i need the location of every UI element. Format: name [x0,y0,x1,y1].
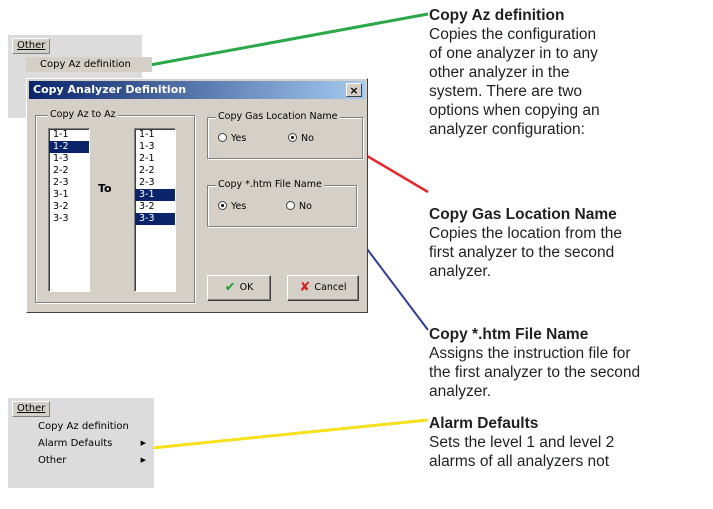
annotation-line: other analyzer in the [429,64,570,81]
gas-no-radio[interactable]: No [288,133,314,144]
list-item[interactable]: 3-1 [49,189,89,201]
list-item[interactable]: 2-3 [49,177,89,189]
list-item[interactable]: 1-3 [49,153,89,165]
yellow-callout-line [151,418,429,450]
annotation-heading: Copy *.htm File Name [429,326,589,343]
other-submenu-item[interactable]: Other ▶ [38,453,152,468]
other-menu-button[interactable]: Other [12,401,51,417]
annotation-heading: Copy Gas Location Name [429,206,617,223]
dialog-title: Copy Analyzer Definition [33,83,187,96]
list-item[interactable]: 2-1 [135,153,175,165]
annotation-line: first analyzer to the second [429,244,615,261]
dialog-titlebar: Copy Analyzer Definition × [29,81,365,99]
ok-button[interactable]: ✔ OK [207,275,271,301]
list-item[interactable]: 3-1 [135,189,175,201]
list-item[interactable]: 1-1 [135,129,175,141]
cross-icon: ✘ [299,280,311,295]
submenu-arrow-icon: ▶ [140,439,146,447]
other-menu-button[interactable]: Other [12,38,51,54]
annotation-line: analyzer. [429,263,492,280]
list-item[interactable]: 2-2 [135,165,175,177]
list-item[interactable]: 3-2 [49,201,89,213]
annotation-line: alarms of all analyzers not [429,453,610,470]
copy-az-definition-item[interactable]: Copy Az definition [26,57,152,72]
annotation-copy-az: Copy Az definition Copies the configurati… [429,6,600,139]
annotation-htm-file: Copy *.htm File Name Assigns the instruct… [429,325,640,401]
annotation-gas-location: Copy Gas Location Name Copies the locatio… [429,205,622,281]
to-label: To [98,182,112,195]
list-item[interactable]: 2-2 [49,165,89,177]
gas-location-group: Copy Gas Location Name Yes No [207,111,363,159]
annotation-line: analyzer. [429,383,492,400]
copy-az-group-title: Copy Az to Az [48,109,118,120]
list-item[interactable]: 1-3 [135,141,175,153]
radio-selected-icon [218,201,227,210]
to-analyzer-list[interactable]: 1-1 1-3 2-1 2-2 2-3 3-1 3-2 3-3 [134,128,176,292]
annotation-line: Assigns the instruction file for [429,345,631,362]
annotation-line: Copies the configuration [429,26,597,43]
annotation-alarm-defaults: Alarm Defaults Sets the level 1 and level… [429,414,614,471]
copy-az-definition-item[interactable]: Copy Az definition [38,419,152,434]
annotation-line: options when copying an [429,102,600,119]
copy-analyzer-dialog: Copy Analyzer Definition × Copy Az to Az… [26,78,368,313]
radio-circle-icon [286,201,295,210]
radio-selected-icon [288,133,297,142]
cancel-button[interactable]: ✘ Cancel [287,275,359,301]
list-item[interactable]: 2-3 [135,177,175,189]
list-item[interactable]: 1-1 [49,129,89,141]
checkmark-icon: ✔ [224,280,236,295]
htm-file-group-title: Copy *.htm File Name [216,179,324,190]
annotation-heading: Copy Az definition [429,7,565,24]
htm-no-radio[interactable]: No [286,201,312,212]
radio-circle-icon [218,133,227,142]
htm-file-group: Copy *.htm File Name Yes No [207,179,357,227]
from-analyzer-list[interactable]: 1-1 1-2 1-3 2-2 2-3 3-1 3-2 3-3 [48,128,90,292]
annotation-line: analyzer configuration: [429,121,585,138]
submenu-arrow-icon: ▶ [140,456,146,464]
close-button[interactable]: × [346,83,362,97]
gas-location-group-title: Copy Gas Location Name [216,111,340,122]
list-item[interactable]: 3-3 [135,213,175,225]
annotation-line: of one analyzer in to any [429,45,598,62]
alarm-defaults-item[interactable]: Alarm Defaults ▶ [38,436,152,451]
annotation-line: Sets the level 1 and level 2 [429,434,615,451]
annotation-line: the first analyzer to the second [429,364,641,381]
list-item[interactable]: 3-3 [49,213,89,225]
annotation-line: system. There are two [429,83,583,100]
green-callout-line [149,12,429,67]
list-item[interactable]: 3-2 [135,201,175,213]
annotation-heading: Alarm Defaults [429,415,539,432]
annotation-line: Copies the location from the [429,225,622,242]
bottom-menu: Other Copy Az definition Alarm Defaults ▶… [8,398,154,488]
gas-yes-radio[interactable]: Yes [218,133,246,144]
copy-az-group: Copy Az to Az 1-1 1-2 1-3 2-2 2-3 3-1 3-2 3-3 T… [35,109,195,303]
list-item[interactable]: 1-2 [49,141,89,153]
htm-yes-radio[interactable]: Yes [218,201,246,212]
